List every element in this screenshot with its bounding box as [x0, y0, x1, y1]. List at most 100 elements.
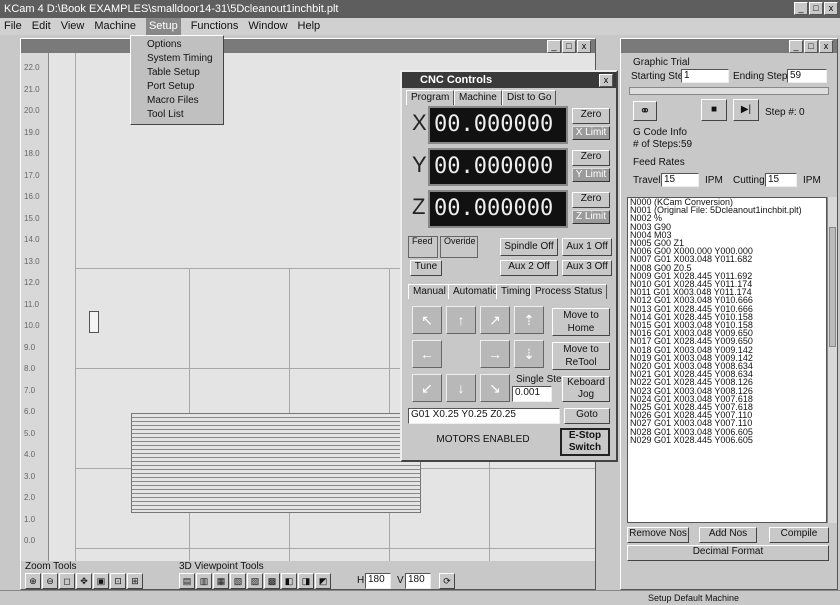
zoom-out-icon[interactable]: ⊖ — [42, 573, 58, 589]
y-zero-button[interactable]: Zero — [572, 150, 610, 166]
step-slider[interactable] — [629, 87, 829, 95]
menu-option-system-timing[interactable]: System Timing — [131, 52, 223, 66]
menu-machine[interactable]: Machine — [94, 18, 136, 35]
v-angle-input[interactable]: 180 — [405, 573, 431, 589]
menu-functions[interactable]: Functions — [191, 18, 239, 35]
view-front-icon[interactable]: ▥ — [196, 573, 212, 589]
menu-option-options[interactable]: Options — [131, 38, 223, 52]
menu-option-table-setup[interactable]: Table Setup — [131, 66, 223, 80]
view-iso2-icon[interactable]: ▨ — [247, 573, 263, 589]
zoom-window-icon[interactable]: ◻ — [59, 573, 75, 589]
ruler-tick-label: 1.0 — [24, 514, 36, 524]
travel-rate-input[interactable]: 15 — [661, 173, 699, 187]
zoom-extents-icon[interactable]: ▣ — [93, 573, 109, 589]
override-box[interactable]: Overide — [440, 236, 478, 258]
override-label: Overide — [444, 236, 476, 246]
starting-step-input[interactable]: 1 — [681, 69, 729, 83]
step-size-select[interactable]: 0.001 — [512, 386, 552, 402]
move-retool-button[interactable]: Move to ReTool — [552, 342, 610, 370]
menu-file[interactable]: File — [4, 18, 22, 35]
steps-count-label: # of Steps: — [633, 139, 681, 150]
add-nos-button[interactable]: Add Nos — [699, 527, 757, 543]
fit-icon[interactable]: ⊞ — [127, 573, 143, 589]
pan-icon[interactable]: ✥ — [76, 573, 92, 589]
tune-button[interactable]: Tune — [410, 260, 442, 276]
tab-dist-to-go[interactable]: Dist to Go — [502, 90, 557, 105]
x-zero-button[interactable]: Zero — [572, 108, 610, 124]
tab-machine[interactable]: Machine — [454, 90, 502, 105]
subtab-automatic[interactable]: Automatic — [448, 284, 503, 299]
cutting-rate-input[interactable]: 15 — [765, 173, 797, 187]
jog-right-icon[interactable]: → — [480, 340, 510, 368]
menu-edit[interactable]: Edit — [32, 18, 51, 35]
view-iso4-icon[interactable]: ◧ — [281, 573, 297, 589]
goto-button[interactable]: Goto — [564, 408, 610, 424]
view-side-icon[interactable]: ▦ — [213, 573, 229, 589]
gcode-line[interactable]: N029 G01 X028.445 Y006.605 — [628, 435, 826, 444]
zoom-prev-icon[interactable]: ⊡ — [110, 573, 126, 589]
menu-view[interactable]: View — [61, 18, 85, 35]
tab-program[interactable]: Program — [406, 90, 455, 105]
minimize-button[interactable]: _ — [794, 2, 808, 15]
stop-icon[interactable]: ■ — [701, 99, 727, 121]
z-limit-button[interactable]: Z Limit — [572, 210, 610, 224]
jog-z-up-icon[interactable]: ⇡ — [514, 306, 544, 334]
subtab-process-status[interactable]: Process Status — [530, 284, 608, 299]
move-home-button[interactable]: Move to Home — [552, 308, 610, 336]
menu-help[interactable]: Help — [298, 18, 321, 35]
maximize-button[interactable]: □ — [809, 2, 823, 15]
command-input[interactable]: G01 X0.25 Y0.25 Z0.25 — [408, 408, 560, 424]
aux3-off-button[interactable]: Aux 3 Off — [562, 260, 612, 276]
jog-down-icon[interactable]: ↓ — [446, 374, 476, 402]
step-forward-icon[interactable]: ▶| — [733, 99, 759, 121]
panel-minimize-button[interactable]: _ — [789, 40, 803, 53]
h-angle-input[interactable]: 180 — [365, 573, 391, 589]
zoom-in-icon[interactable]: ⊕ — [25, 573, 41, 589]
aux1-off-button[interactable]: Aux 1 Off — [562, 238, 612, 256]
binoculars-icon[interactable]: ⚭ — [633, 101, 657, 121]
remove-nos-button[interactable]: Remove Nos — [627, 527, 689, 543]
decimal-format-select[interactable]: Decimal Format — [627, 545, 829, 561]
y-limit-button[interactable]: Y Limit — [572, 168, 610, 182]
menu-window[interactable]: Window — [248, 18, 287, 35]
z-zero-button[interactable]: Zero — [572, 192, 610, 208]
spindle-off-button[interactable]: Spindle Off — [500, 238, 558, 256]
close-button[interactable]: x — [824, 2, 838, 15]
view-top-icon[interactable]: ▤ — [179, 573, 195, 589]
view-iso6-icon[interactable]: ◩ — [315, 573, 331, 589]
view-iso3-icon[interactable]: ▩ — [264, 573, 280, 589]
estop-switch-button[interactable]: E-Stop Switch — [560, 428, 610, 456]
ending-step-input[interactable]: 59 — [787, 69, 827, 83]
menu-option-tool-list[interactable]: Tool List — [131, 108, 223, 122]
jog-up-right-icon[interactable]: ↗ — [480, 306, 510, 334]
compile-button[interactable]: Compile — [769, 527, 829, 543]
menu-option-macro-files[interactable]: Macro Files — [131, 94, 223, 108]
jog-down-right-icon[interactable]: ↘ — [480, 374, 510, 402]
gcode-listing[interactable]: N000 (KCam Conversion) N001 (Original Fil… — [627, 197, 827, 523]
jog-down-left-icon[interactable]: ↙ — [412, 374, 442, 402]
menu-option-port-setup[interactable]: Port Setup — [131, 80, 223, 94]
panel-maximize-button[interactable]: □ — [804, 40, 818, 53]
keyboard-jog-button[interactable]: Keboard Jog — [562, 376, 610, 402]
view-iso-icon[interactable]: ▧ — [230, 573, 246, 589]
jog-up-icon[interactable]: ↑ — [446, 306, 476, 334]
apply-view-icon[interactable]: ⟳ — [439, 573, 455, 589]
jog-z-down-icon[interactable]: ⇣ — [514, 340, 544, 368]
drawing-close-button[interactable]: x — [577, 40, 591, 53]
drawing-maximize-button[interactable]: □ — [562, 40, 576, 53]
panel-close-button[interactable]: x — [819, 40, 833, 53]
cnc-close-button[interactable]: x — [599, 74, 613, 87]
single-step-label: Single Step — [516, 374, 568, 385]
menu-setup[interactable]: Setup — [145, 18, 181, 35]
gcode-scrollbar[interactable] — [827, 197, 837, 523]
x-limit-button[interactable]: X Limit — [572, 126, 610, 140]
drawing-minimize-button[interactable]: _ — [547, 40, 561, 53]
scrollbar-thumb[interactable] — [829, 227, 836, 347]
subtab-manual[interactable]: Manual — [408, 284, 451, 299]
y-position-readout: 00.000000 — [428, 148, 568, 186]
jog-up-left-icon[interactable]: ↖ — [412, 306, 442, 334]
status-bar: Setup Default Machine — [0, 590, 840, 605]
aux2-off-button[interactable]: Aux 2 Off — [500, 260, 558, 276]
view-iso5-icon[interactable]: ◨ — [298, 573, 314, 589]
jog-left-icon[interactable]: ← — [412, 340, 442, 368]
